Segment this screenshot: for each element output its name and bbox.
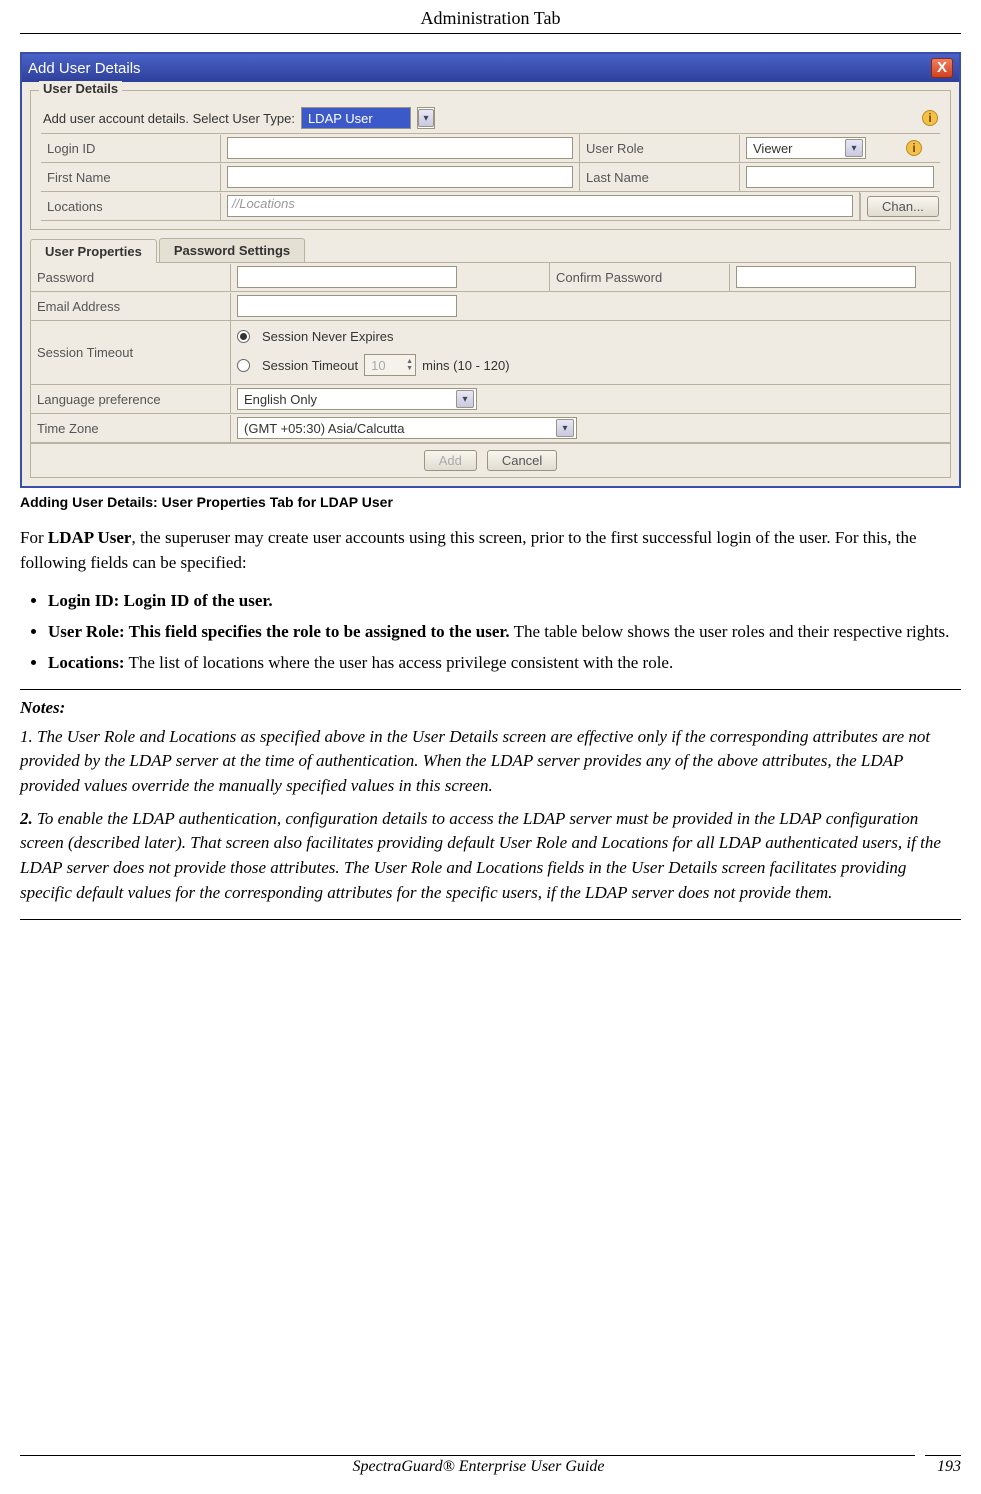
text: The list of locations where the user has…: [125, 653, 674, 672]
change-button[interactable]: Chan...: [867, 196, 939, 217]
text-bold: LDAP User: [48, 528, 132, 547]
radio-never-expires[interactable]: [237, 330, 250, 343]
tab-password-settings[interactable]: Password Settings: [159, 238, 305, 262]
text: :: [60, 698, 66, 717]
user-details-panel: User Details Add user account details. S…: [30, 90, 951, 230]
password-label: Password: [31, 264, 231, 292]
email-input[interactable]: [237, 295, 457, 317]
dialog-titlebar: Add User Details X: [22, 54, 959, 82]
page-footer: SpectraGuard® Enterprise User Guide 193: [20, 1455, 961, 1476]
user-type-value: LDAP User: [308, 111, 373, 126]
user-type-select[interactable]: LDAP User: [301, 107, 411, 129]
locations-input[interactable]: //Locations: [227, 195, 853, 217]
language-value: English Only: [244, 392, 317, 407]
list-item: Login ID: Login ID of the user.: [48, 589, 961, 614]
footer-guide: SpectraGuard® Enterprise User Guide: [20, 1458, 937, 1476]
login-id-input[interactable]: [227, 137, 573, 159]
add-button[interactable]: Add: [424, 450, 477, 471]
info-icon[interactable]: i: [906, 140, 922, 156]
text-bold: User Role: This field specifies the role…: [48, 622, 510, 641]
stepper-icon: ▲▼: [406, 358, 413, 372]
user-role-value: Viewer: [753, 141, 793, 156]
text-bold: Locations:: [48, 653, 125, 672]
instruction-text: Add user account details. Select User Ty…: [43, 111, 295, 126]
user-type-dropdown[interactable]: ▾: [417, 107, 435, 129]
radio-session-timeout[interactable]: [237, 359, 250, 372]
close-icon[interactable]: X: [931, 58, 953, 78]
chevron-down-icon: ▾: [418, 109, 434, 127]
timezone-select[interactable]: (GMT +05:30) Asia/Calcutta ▾: [237, 417, 577, 439]
chevron-down-icon: ▾: [556, 419, 574, 437]
list-item: Locations: The list of locations where t…: [48, 651, 961, 676]
confirm-password-input[interactable]: [736, 266, 916, 288]
note-1: 1. The User Role and Locations as specif…: [20, 725, 961, 799]
body-text: For LDAP User, the superuser may create …: [20, 526, 961, 920]
text: The table below shows the user roles and…: [510, 622, 950, 641]
text-bold: 2.: [20, 809, 33, 828]
first-name-label: First Name: [41, 164, 221, 192]
language-select[interactable]: English Only ▾: [237, 388, 477, 410]
note-2: To enable the LDAP authentication, confi…: [20, 809, 941, 902]
timezone-label: Time Zone: [31, 415, 231, 443]
header-rule: [20, 33, 961, 34]
user-role-label: User Role: [580, 135, 740, 163]
timeout-value: 10: [371, 358, 385, 373]
radio-never-label: Session Never Expires: [262, 329, 394, 344]
login-id-label: Login ID: [41, 135, 221, 163]
text: , the superuser may create user accounts…: [20, 528, 917, 572]
tab-content: Password Confirm Password Email Address …: [30, 262, 951, 478]
panel-title: User Details: [39, 81, 122, 96]
chevron-down-icon: ▾: [456, 390, 474, 408]
tab-user-properties[interactable]: User Properties: [30, 239, 157, 263]
timezone-value: (GMT +05:30) Asia/Calcutta: [244, 421, 405, 436]
last-name-input[interactable]: [746, 166, 934, 188]
notes-title: Notes: [20, 698, 60, 717]
figure-caption: Adding User Details: User Properties Tab…: [20, 494, 961, 510]
dialog-title: Add User Details: [28, 60, 141, 77]
session-timeout-label: Session Timeout: [31, 321, 231, 385]
user-role-select[interactable]: Viewer ▾: [746, 137, 866, 159]
text-bold: Login ID: Login ID of the user.: [48, 591, 273, 610]
timeout-stepper[interactable]: 10 ▲▼: [364, 354, 416, 376]
info-icon[interactable]: i: [922, 110, 938, 126]
locations-label: Locations: [41, 193, 221, 221]
page-number: 193: [937, 1458, 961, 1476]
last-name-label: Last Name: [580, 164, 740, 192]
add-user-dialog: Add User Details X User Details Add user…: [20, 52, 961, 488]
chevron-down-icon: ▾: [845, 139, 863, 157]
notes-block: Notes: 1. The User Role and Locations as…: [20, 689, 961, 920]
language-label: Language preference: [31, 386, 231, 414]
email-label: Email Address: [31, 293, 231, 321]
timeout-suffix: mins (10 - 120): [422, 358, 509, 373]
confirm-password-label: Confirm Password: [550, 264, 730, 292]
first-name-input[interactable]: [227, 166, 573, 188]
cancel-button[interactable]: Cancel: [487, 450, 557, 471]
tabs: User Properties Password Settings: [30, 238, 951, 262]
text: For: [20, 528, 48, 547]
list-item: User Role: This field specifies the role…: [48, 620, 961, 645]
radio-timeout-label: Session Timeout: [262, 358, 358, 373]
password-input[interactable]: [237, 266, 457, 288]
page-header: Administration Tab: [20, 0, 961, 31]
